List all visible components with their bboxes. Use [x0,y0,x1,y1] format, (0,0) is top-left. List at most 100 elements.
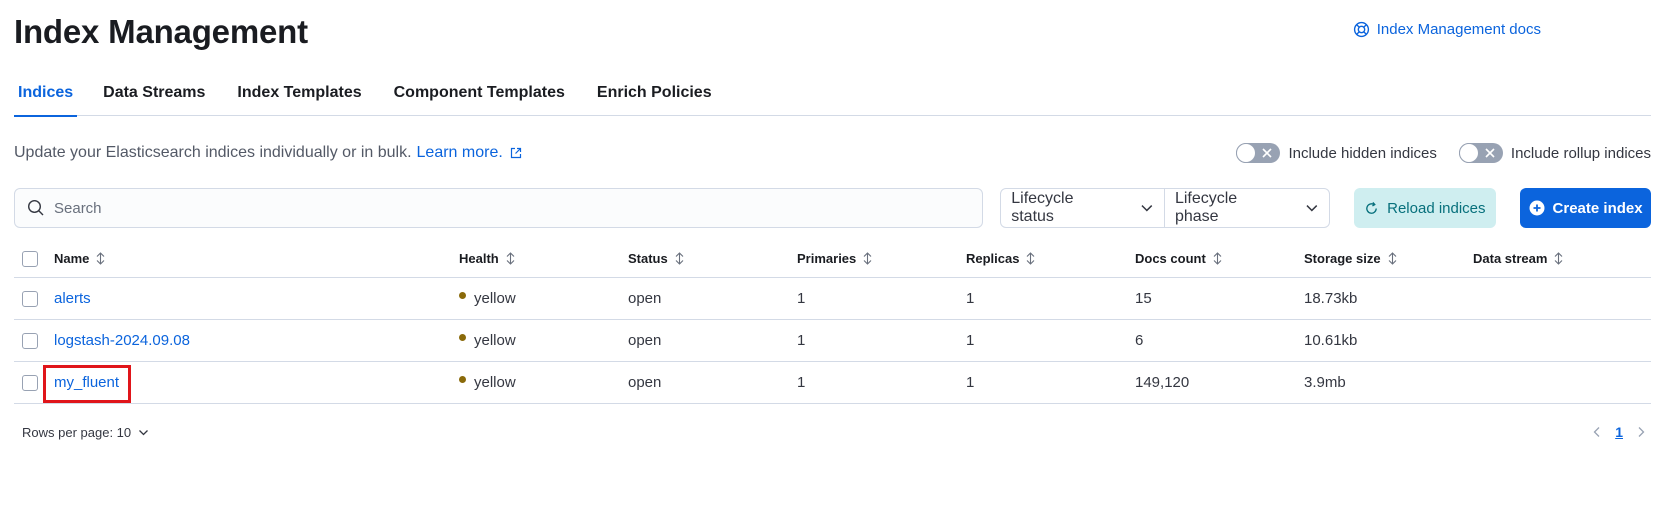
row-select-cell [14,374,54,391]
primaries-cell: 1 [797,332,806,349]
select-all-checkbox[interactable] [22,250,38,267]
include-hidden-label: Include hidden indices [1288,144,1437,162]
status-cell: open [628,332,662,349]
tab-data-streams[interactable]: Data Streams [103,76,205,116]
index-name-link[interactable]: alerts [54,290,91,307]
table-footer: Rows per page: 10 1 [14,420,1651,444]
cross-icon [1485,148,1495,158]
column-header-replicas[interactable]: Replicas [966,251,1135,266]
search-icon [27,199,44,216]
column-header-health[interactable]: Health [459,251,628,266]
row-select-cell [14,332,54,349]
health-dot-icon [459,292,466,299]
pagination: 1 [1591,424,1647,440]
toggles-group: Include hidden indices Include rollup in… [1236,143,1651,163]
lifecycle-phase-label: Lifecycle phase [1174,190,1238,225]
column-header-name[interactable]: Name [54,251,459,266]
description-row: Update your Elasticsearch indices indivi… [14,140,1651,166]
lifecycle-status-filter[interactable]: Lifecycle status [1001,189,1164,227]
select-all-cell [14,250,54,267]
include-rollup-label: Include rollup indices [1510,144,1651,162]
hidden-switch[interactable] [1236,143,1281,163]
include-hidden-indices-toggle[interactable]: Include hidden indices [1236,143,1437,163]
row-checkbox[interactable] [22,290,38,307]
replicas-cell: 1 [966,332,975,349]
search-input[interactable] [54,199,954,217]
sort-icon [97,252,105,265]
primaries-cell: 1 [797,290,806,307]
health-cell: yellow [459,290,628,307]
sort-icon [1555,252,1563,265]
chevron-down-icon [1306,205,1318,212]
help-lifebuoy-icon [1353,21,1369,38]
sort-icon [675,252,684,265]
controls-bar: Lifecycle status Lifecycle phase Reload … [14,188,1651,228]
row-checkbox[interactable] [22,374,38,391]
status-cell: open [628,374,662,391]
docs-count-cell: 6 [1135,332,1144,349]
health-dot-icon [459,376,466,383]
create-index-label: Create index [1552,199,1643,217]
index-name-link[interactable]: logstash-2024.09.08 [54,332,190,349]
health-cell: yellow [459,374,628,391]
primaries-cell: 1 [797,374,806,391]
chevron-right-icon[interactable] [1635,426,1647,438]
health-cell: yellow [459,332,628,349]
docs-count-cell: 15 [1135,290,1152,307]
plus-circle-icon [1529,200,1545,216]
index-name-cell: alerts [54,290,459,307]
table-row: logstash-2024.09.08 yellow open 1 1 6 10… [14,320,1651,362]
table-row: my_fluent yellow open 1 1 149,120 3.9mb [14,362,1651,404]
page-header: Index Management Index Management docs [14,8,1643,56]
table-row: alerts yellow open 1 1 15 18.73kb [14,278,1651,320]
column-header-docs-count[interactable]: Docs count [1135,251,1304,266]
rollup-switch[interactable] [1458,143,1503,163]
sort-icon [1213,252,1222,265]
index-name-cell: my_fluent [54,374,459,391]
row-select-cell [14,290,54,307]
tab-indices[interactable]: Indices [14,76,78,117]
docs-count-cell: 149,120 [1135,374,1190,391]
column-header-status[interactable]: Status [628,251,797,266]
learn-more-link[interactable]: Learn more. [417,144,522,162]
storage-size-cell: 18.73kb [1304,290,1358,307]
status-cell: open [628,290,662,307]
rows-per-page-label: Rows per page: 10 [22,424,132,440]
health-dot-icon [459,334,466,341]
chevron-left-icon[interactable] [1591,426,1603,438]
column-header-storage-size[interactable]: Storage size [1304,251,1473,266]
replicas-cell: 1 [966,290,975,307]
tab-enrich-policies[interactable]: Enrich Policies [597,76,712,116]
sort-icon [1388,252,1396,265]
column-header-primaries[interactable]: Primaries [797,251,966,266]
lifecycle-phase-filter[interactable]: Lifecycle phase [1163,189,1329,227]
sort-icon [863,252,872,265]
row-checkbox[interactable] [22,332,38,349]
cross-icon [1262,148,1273,158]
tab-bar: Indices Data Streams Index Templates Com… [14,76,1651,117]
tab-component-templates[interactable]: Component Templates [394,76,565,116]
chevron-down-icon [1141,205,1153,212]
storage-size-cell: 3.9mb [1304,374,1346,391]
page-number-button[interactable]: 1 [1615,424,1623,440]
rows-per-page-selector[interactable]: Rows per page: 10 [22,425,149,440]
create-index-button[interactable]: Create index [1520,188,1651,228]
reload-indices-button[interactable]: Reload indices [1353,188,1497,228]
docs-link-label: Index Management docs [1376,21,1541,38]
lifecycle-status-label: Lifecycle status [1011,190,1074,225]
table-header-row: Name Health Status Primaries Replicas Do… [14,240,1651,278]
search-box [14,188,984,228]
tab-index-templates[interactable]: Index Templates [237,76,361,116]
include-rollup-indices-toggle[interactable]: Include rollup indices [1458,143,1651,163]
replicas-cell: 1 [966,374,975,391]
chevron-down-icon [139,429,149,435]
description-text: Update your Elasticsearch indices indivi… [14,144,412,161]
column-header-data-stream[interactable]: Data stream [1473,251,1642,266]
index-name-link[interactable]: my_fluent [54,374,119,391]
sort-icon [506,252,515,265]
sort-icon [1027,252,1035,265]
index-management-docs-link[interactable]: Index Management docs [1353,21,1541,38]
lifecycle-filters: Lifecycle status Lifecycle phase [1000,188,1330,228]
learn-more-label: Learn more. [416,144,503,161]
reload-indices-label: Reload indices [1387,199,1486,217]
